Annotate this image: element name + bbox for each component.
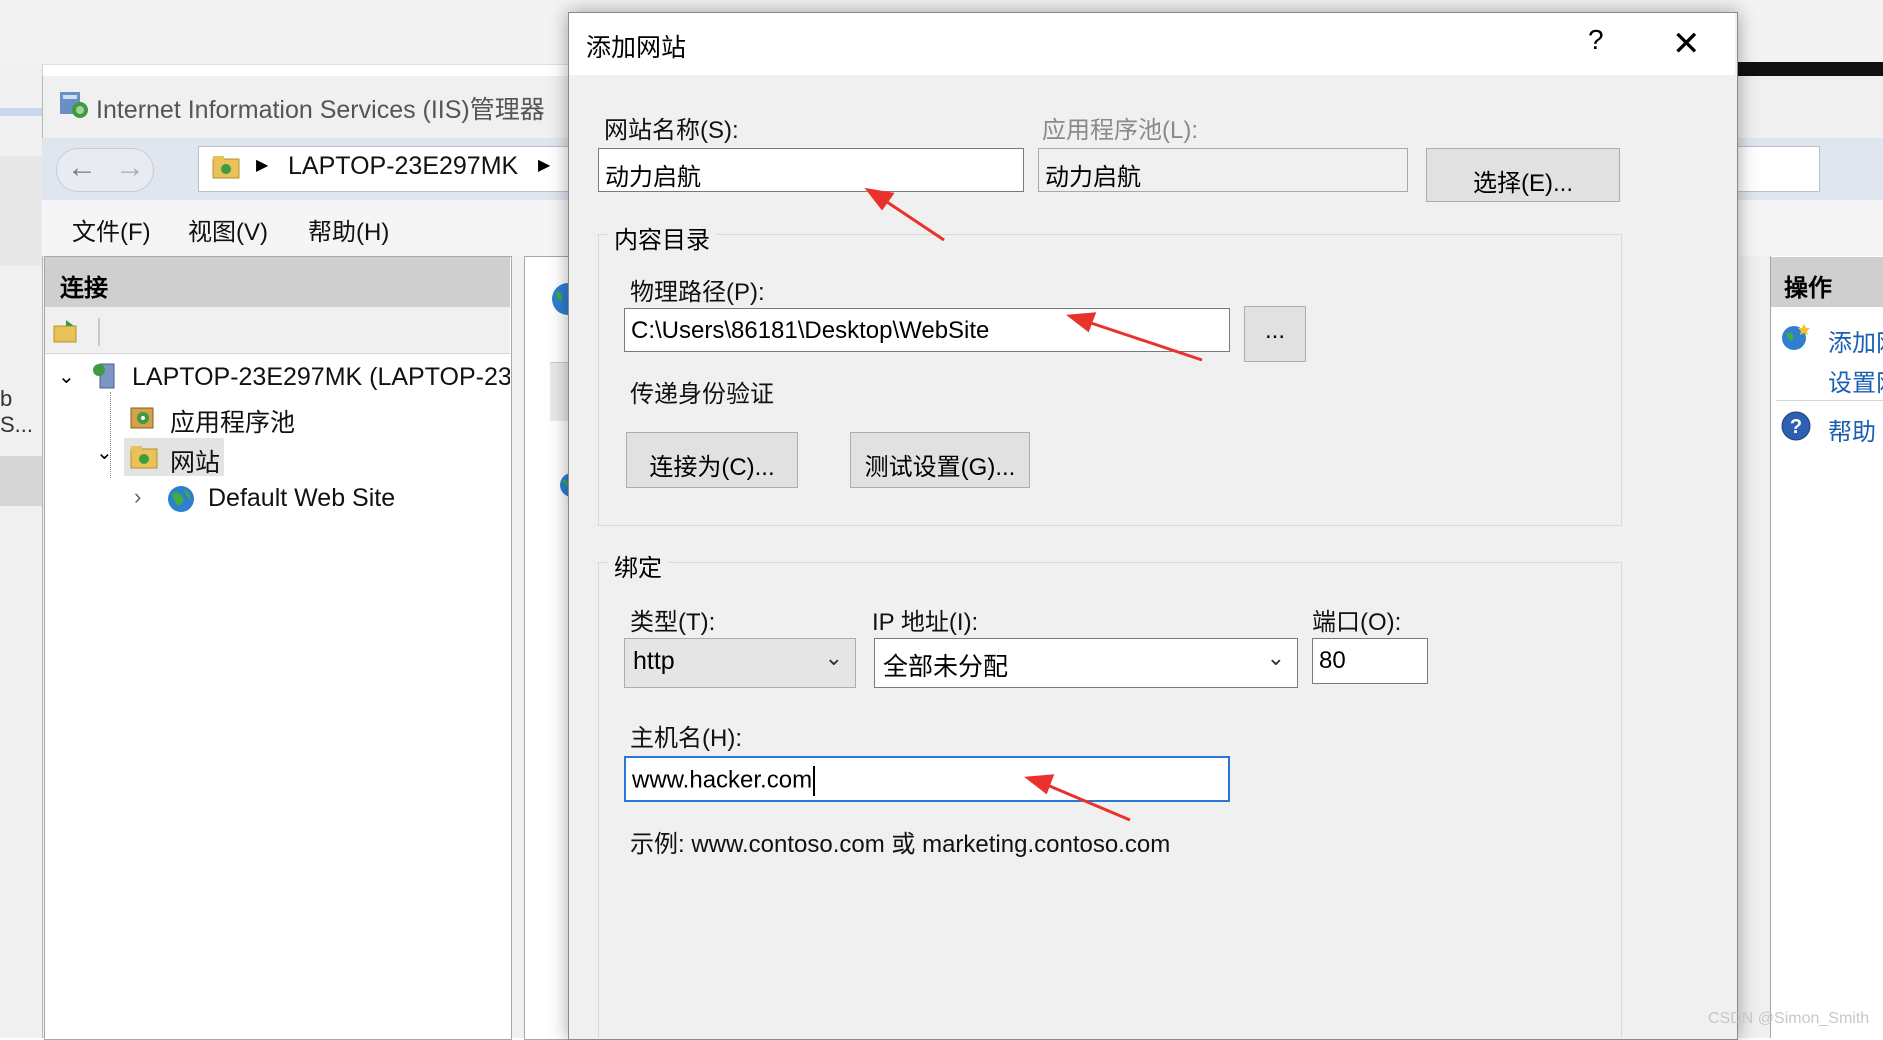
- help-icon: ?: [1781, 411, 1811, 441]
- dialog-help-icon[interactable]: ?: [1588, 24, 1604, 56]
- dialog-title: 添加网站: [586, 34, 687, 62]
- svg-text:?: ?: [1790, 416, 1802, 438]
- binding-type-select[interactable]: http ⌄: [624, 638, 856, 688]
- host-name-value: www.hacker.com: [632, 766, 813, 794]
- back-arrow-icon[interactable]: ←: [67, 151, 97, 185]
- actions-divider: [1776, 400, 1883, 401]
- menu-file[interactable]: 文件(F): [72, 212, 151, 247]
- physical-path-label: 物理路径(P):: [630, 279, 765, 306]
- ip-address-select[interactable]: 全部未分配 ⌄: [874, 638, 1298, 688]
- app-pool-icon: [130, 407, 154, 429]
- text-caret: [813, 766, 816, 796]
- host-name-example: 示例: www.contoso.com 或 marketing.contoso.…: [630, 831, 1171, 858]
- left-background-text: b S...: [0, 386, 34, 437]
- action-add-website[interactable]: 添加网: [1828, 323, 1883, 358]
- site-name-label: 网站名称(S):: [604, 117, 739, 144]
- connect-as-button[interactable]: 连接为(C)...: [626, 432, 798, 488]
- address-breadcrumb[interactable]: LAPTOP-23E297MK: [288, 152, 518, 181]
- sites-folder-icon: [130, 446, 158, 469]
- background-dark-bar: [1736, 62, 1883, 76]
- breadcrumb-chevron-icon[interactable]: ▶: [538, 155, 550, 175]
- connections-toolbar: [45, 307, 510, 354]
- test-settings-button[interactable]: 测试设置(G)...: [850, 432, 1030, 488]
- connections-header: [45, 257, 510, 307]
- watermark: CSDN @Simon_Smith: [1708, 1010, 1870, 1027]
- action-set-website-defaults[interactable]: 设置网: [1828, 363, 1883, 398]
- collapse-chevron-icon[interactable]: ›: [134, 484, 141, 510]
- tree-line: [110, 392, 112, 478]
- menu-help[interactable]: 帮助(H): [308, 212, 389, 247]
- breadcrumb-separator-icon: ▶: [256, 157, 269, 174]
- binding-label: 绑定: [608, 548, 668, 583]
- browse-path-button[interactable]: ...: [1244, 306, 1306, 362]
- tree-default-web-site[interactable]: Default Web Site: [208, 484, 395, 513]
- server-icon: [93, 363, 115, 389]
- content-directory-label: 内容目录: [608, 220, 716, 255]
- globe-icon: [168, 486, 194, 512]
- dialog-close-icon[interactable]: ✕: [1672, 24, 1701, 64]
- binding-type-label: 类型(T):: [630, 609, 716, 636]
- nav-buttons: ← →: [56, 148, 154, 192]
- menu-view[interactable]: 视图(V): [188, 212, 268, 247]
- host-name-input[interactable]: www.hacker.com: [624, 756, 1230, 802]
- iis-app-icon: [60, 92, 88, 118]
- chevron-down-icon: ⌄: [824, 645, 843, 670]
- iis-window-title: Internet Information Services (IIS)管理器: [96, 96, 545, 124]
- folder-icon: [212, 156, 240, 179]
- toolbar-divider: [98, 318, 100, 346]
- actions-title: 操作: [1784, 275, 1832, 302]
- expand-sites-chevron-icon[interactable]: ⌄: [96, 440, 113, 465]
- add-website-icon: [1782, 324, 1810, 350]
- dialog-titlebar: [569, 13, 1735, 75]
- left-background-window: b S...: [0, 64, 43, 1038]
- binding-type-value: http: [633, 647, 675, 675]
- forward-arrow-icon[interactable]: →: [115, 151, 145, 185]
- chevron-down-icon: ⌄: [1266, 645, 1285, 670]
- pass-through-auth-label: 传递身份验证: [630, 381, 774, 408]
- action-help[interactable]: 帮助: [1828, 412, 1876, 447]
- physical-path-input[interactable]: C:\Users\86181\Desktop\WebSite: [624, 308, 1230, 352]
- tree-server[interactable]: LAPTOP-23E297MK (LAPTOP-23E: [132, 363, 510, 392]
- expand-chevron-icon[interactable]: ⌄: [58, 364, 75, 389]
- app-pool-field: 动力启航: [1038, 148, 1408, 192]
- tree-app-pools[interactable]: 应用程序池: [170, 403, 295, 439]
- select-app-pool-button[interactable]: 选择(E)...: [1426, 148, 1620, 202]
- connect-icon[interactable]: [52, 318, 80, 344]
- ip-address-label: IP 地址(I):: [872, 609, 979, 636]
- app-pool-label: 应用程序池(L):: [1042, 117, 1198, 144]
- host-name-label: 主机名(H):: [630, 725, 742, 752]
- site-name-input[interactable]: 动力启航: [598, 148, 1024, 192]
- port-label: 端口(O):: [1312, 609, 1402, 636]
- tree-sites[interactable]: 网站: [170, 443, 220, 479]
- ip-address-value: 全部未分配: [883, 653, 1009, 681]
- port-input[interactable]: 80: [1312, 638, 1428, 684]
- connections-title: 连接: [60, 275, 108, 302]
